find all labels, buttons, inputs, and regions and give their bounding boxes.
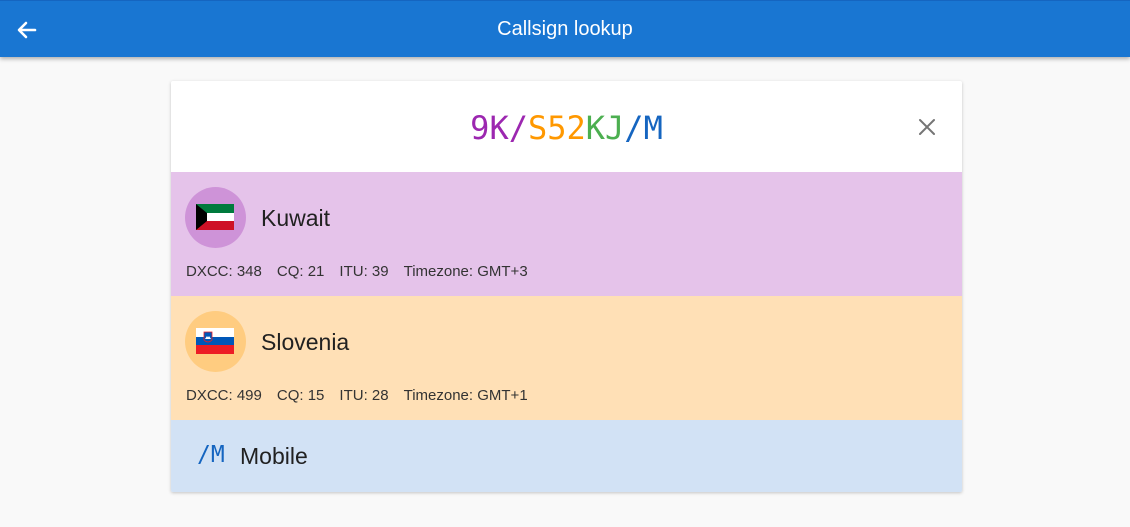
callsign-display[interactable]: 9K/S52KJ/M [171, 109, 962, 147]
kuwait-flag-icon [196, 204, 234, 230]
entity-name: Slovenia [261, 329, 350, 355]
timezone-value: Timezone: GMT+1 [403, 387, 528, 404]
page-title: Callsign lookup [497, 18, 633, 40]
callsign-modifier: /M [624, 109, 663, 147]
entity-details: DXCC: 499 CQ: 15 ITU: 28 Timezone: GMT+1 [186, 387, 543, 404]
callsign-base-suffix: KJ [585, 109, 625, 147]
lookup-card: 9K/S52KJ/M Kuwait DXCC: 348 CQ: 21 ITU: 39… [171, 81, 962, 492]
entity-kuwait[interactable]: Kuwait DXCC: 348 CQ: 21 ITU: 39 Timezone: G… [171, 172, 962, 296]
cq-zone-value: CQ: 15 [276, 387, 325, 404]
flag-avatar [185, 187, 246, 248]
cq-zone-value: CQ: 21 [276, 263, 325, 280]
close-icon [919, 119, 935, 135]
suffix-code: /M [197, 442, 225, 468]
callsign-row: 9K/S52KJ/M [171, 81, 962, 172]
app-bar: Callsign lookup [0, 0, 1130, 57]
entity-name: Kuwait [261, 205, 331, 231]
entity-details: DXCC: 348 CQ: 21 ITU: 39 Timezone: GMT+3 [186, 263, 543, 280]
suffix-label: Mobile [240, 443, 308, 469]
dxcc-value: DXCC: 499 [186, 387, 262, 404]
itu-zone-value: ITU: 28 [339, 387, 389, 404]
slovenia-flag-icon [196, 328, 234, 354]
flag-avatar [185, 311, 246, 372]
clear-button[interactable] [917, 117, 937, 137]
suffix-mobile[interactable]: /M Mobile [171, 420, 962, 492]
callsign-prefix: 9K/ [470, 109, 528, 147]
itu-zone-value: ITU: 39 [339, 263, 389, 280]
dxcc-value: DXCC: 348 [186, 263, 262, 280]
entity-slovenia[interactable]: Slovenia DXCC: 499 CQ: 15 ITU: 28 Timezone:… [171, 296, 962, 420]
timezone-value: Timezone: GMT+3 [403, 263, 528, 280]
callsign-base-prefix: S52 [527, 109, 586, 147]
